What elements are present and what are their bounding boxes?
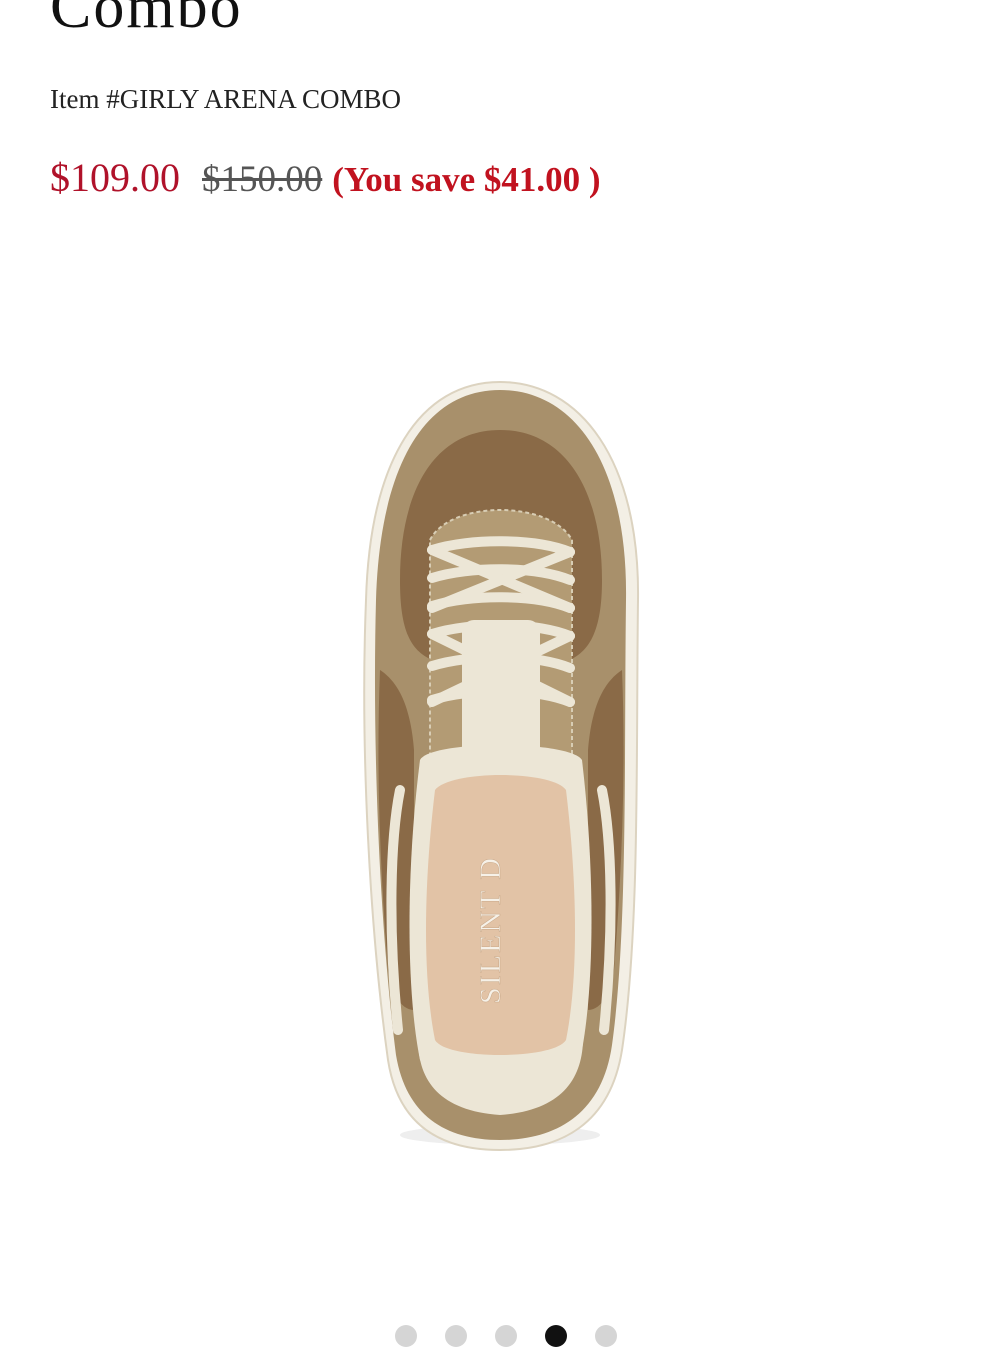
- product-image[interactable]: SILENT D: [340, 370, 660, 1160]
- product-title: Combo: [50, 0, 243, 41]
- sneaker-top-view: SILENT D: [363, 380, 640, 1152]
- carousel-dot-1[interactable]: [395, 1325, 417, 1347]
- sale-price: $109.00: [50, 155, 180, 200]
- carousel-pagination: [395, 1325, 635, 1347]
- item-number: Item #GIRLY ARENA COMBO: [50, 84, 402, 114]
- savings-text: (You save $41.00 ): [332, 160, 601, 199]
- carousel-dot-4-active[interactable]: [545, 1325, 567, 1347]
- carousel-dot-3[interactable]: [495, 1325, 517, 1347]
- insole-brand-text: SILENT D: [474, 856, 507, 1004]
- original-price: $150.00: [202, 159, 323, 200]
- carousel-dot-2[interactable]: [445, 1325, 467, 1347]
- price-row: $109.00 $150.00 (You save $41.00 ): [50, 154, 601, 204]
- carousel-dot-5[interactable]: [595, 1325, 617, 1347]
